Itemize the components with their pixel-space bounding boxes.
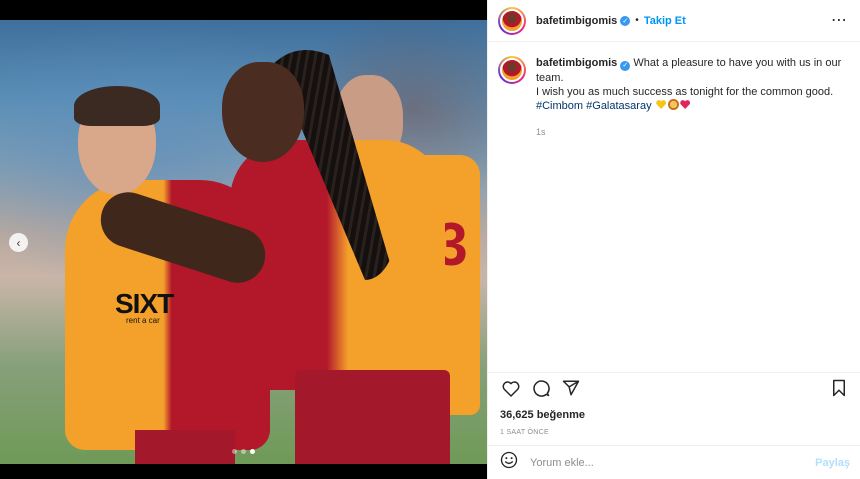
bookmark-icon[interactable]	[828, 377, 850, 399]
caption-username-link[interactable]: bafetimbigomis	[536, 57, 617, 69]
verified-badge-icon: ✓	[620, 15, 631, 26]
carousel-indicator	[0, 449, 487, 454]
caption-line-2: I wish you as much success as tonight fo…	[536, 86, 834, 98]
comment-icon[interactable]	[530, 377, 552, 399]
red-heart-icon	[680, 99, 691, 110]
lion-icon	[667, 99, 679, 110]
comment-bar: Paylaş	[488, 445, 860, 479]
follow-button[interactable]: Takip Et	[644, 15, 686, 27]
carousel-dot	[241, 449, 246, 454]
carousel-dot	[232, 449, 237, 454]
caption-time: 1s	[536, 127, 546, 137]
action-icons	[500, 377, 850, 399]
separator: •	[635, 15, 639, 26]
comment-input[interactable]	[530, 456, 816, 469]
heart-icon[interactable]	[500, 377, 522, 399]
share-comment-button[interactable]: Paylaş	[815, 457, 850, 469]
likes-count[interactable]: 36,625 beğenme	[500, 409, 850, 421]
post-caption: bafetimbigomis ✓ What a pleasure to have …	[488, 42, 860, 139]
instagram-post: 33 SIXT rent a car ‹ bafetimbigomis	[0, 0, 860, 479]
post-actions: 36,625 beğenme 1 SAAT ÖNCE	[488, 372, 860, 436]
post-header: bafetimbigomis ✓ • Takip Et ⋯	[488, 0, 860, 42]
chevron-left-icon: ‹	[16, 235, 21, 250]
shirt-sponsor-sub: rent a car	[126, 316, 160, 325]
verified-badge-icon: ✓	[620, 61, 631, 71]
hashtag-link[interactable]: #Cimbom	[536, 100, 583, 112]
smiley-icon[interactable]	[500, 451, 518, 474]
more-horizontal-icon[interactable]: ⋯	[831, 12, 848, 28]
caption-avatar[interactable]	[498, 56, 526, 84]
carousel-prev-button[interactable]: ‹	[9, 233, 28, 252]
player-left-shorts	[135, 430, 235, 464]
post-side-panel: bafetimbigomis ✓ • Takip Et ⋯ bafetimbig…	[487, 0, 860, 479]
avatar[interactable]	[498, 6, 526, 35]
share-icon[interactable]	[560, 377, 582, 399]
caption-body: bafetimbigomis ✓ What a pleasure to have …	[536, 56, 848, 139]
player-center-head	[222, 62, 304, 162]
post-photo[interactable]: 33 SIXT rent a car	[0, 20, 487, 464]
post-timestamp[interactable]: 1 SAAT ÖNCE	[500, 429, 850, 436]
player-left-hair	[74, 86, 160, 126]
hashtag-link[interactable]: #Galatasaray	[586, 100, 651, 112]
yellow-heart-icon	[656, 99, 667, 110]
carousel-dot-active	[250, 449, 255, 454]
username-link[interactable]: bafetimbigomis	[536, 15, 617, 27]
post-media: 33 SIXT rent a car ‹	[0, 0, 487, 479]
